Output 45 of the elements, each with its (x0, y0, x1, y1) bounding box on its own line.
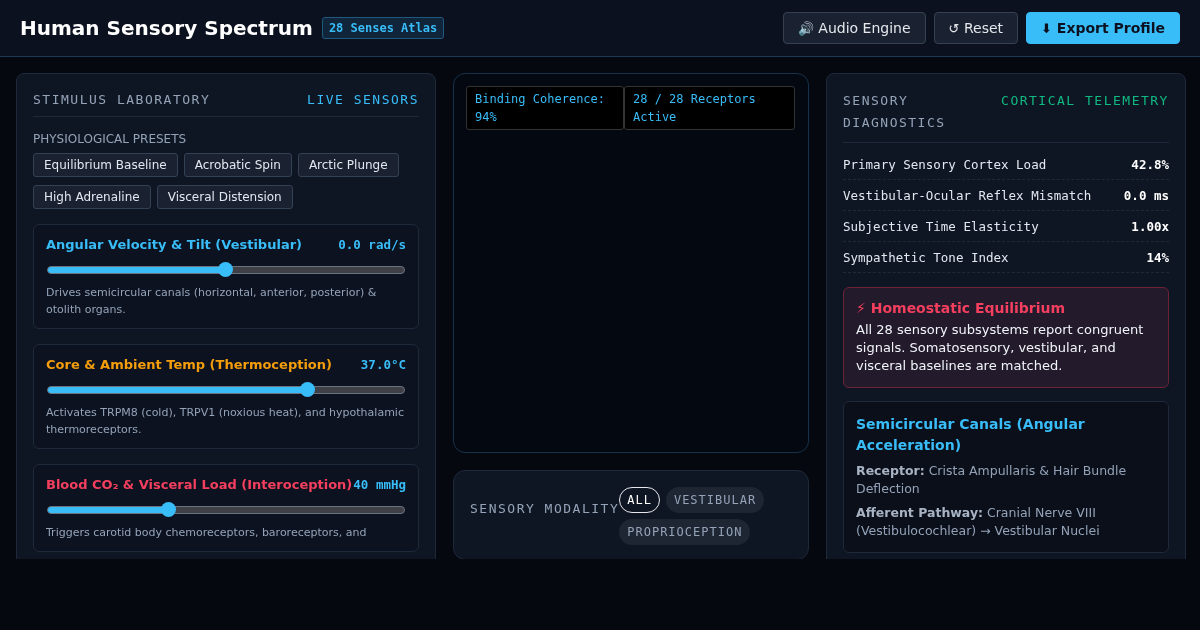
metric-label: Primary Sensory Cortex Load (843, 157, 1047, 172)
metric-label: Sympathetic Tone Index (843, 250, 1009, 265)
preset-button[interactable]: Equilibrium Baseline (33, 153, 178, 177)
panel-tag: LIVE SENSORS (307, 92, 419, 107)
stimulus-reading: 40 mmHg (353, 477, 406, 492)
app-title: Human Sensory Spectrum (20, 16, 313, 40)
slider-thumb[interactable] (218, 262, 233, 277)
presets-label: PHYSIOLOGICAL PRESETS (33, 132, 188, 146)
stimulus-reading: 37.0°C (360, 357, 406, 372)
stimulus-name: Angular Velocity & Tilt (Vestibular) (46, 237, 302, 252)
stimulus-name: Blood CO₂ & Visceral Load (Interoception) (46, 477, 353, 492)
preset-button[interactable]: Arctic Plunge (297, 153, 399, 177)
detail-title: Semicircular Canals (Angular Acceleration) (856, 415, 1086, 455)
slider-thumb[interactable] (161, 502, 177, 517)
stimulus-description: Activates TRPM8 (cold), TRPV1 (noxious heat), and hypothalamic thermoreceptors. (46, 405, 405, 438)
stimulus-name: Core & Ambient Temp (Thermoception) (46, 357, 332, 372)
detail-text: Receptor: Crista Ampullaris & Hair Bundle Deflection (856, 462, 1128, 498)
header-button[interactable]: ⬇ Export Profile (1026, 12, 1180, 44)
preset-button[interactable]: Acrobatic Spin (183, 153, 292, 177)
panel-title: SENSORY DIAGNOSTICS (843, 92, 947, 132)
alert-text: All 28 sensory subsystems report congruent signals. Somatosensory, vestibular, and visceral baselines are matched. (856, 321, 1145, 375)
slider-thumb[interactable] (299, 382, 315, 397)
alert-title: ⚡ Homeostatic Equilibrium (856, 300, 1067, 316)
panel-tag: CORTICAL TELEMETRY (1001, 90, 1169, 134)
stimulus-reading: 0.0 rad/s (338, 237, 406, 252)
stat-chip: Binding Coherence: 94% (466, 86, 624, 130)
metric-label: Vestibular-Ocular Reflex Mismatch (843, 188, 1092, 203)
preset-button[interactable]: High Adrenaline (33, 185, 151, 209)
stimulus-description: Drives semicircular canals (horizontal, anterior, posterior) & otolith organs. (46, 285, 378, 318)
detail-text: Afferent Pathway: Cranial Nerve VIII (Vestibulocochlear) → Vestibular Nuclei (856, 504, 1101, 540)
preset-button[interactable]: Visceral Distension (156, 185, 293, 209)
stimulus-description: Triggers carotid body chemoreceptors, baroreceptors, and (46, 525, 368, 541)
panel-title: SENSORY MODALITY (470, 501, 620, 516)
filter-pill[interactable]: VESTIBULAR (665, 487, 765, 513)
panel-title: STIMULUS LABORATORY (33, 92, 211, 107)
metric-value: 14% (1146, 250, 1169, 265)
metric-value: 0.0 ms (1123, 188, 1169, 203)
header-button[interactable]: 🔊 Audio Engine (782, 12, 926, 44)
atlas-badge: 28 Senses Atlas (321, 17, 445, 39)
stat-chip: 28 / 28 Receptors Active (624, 86, 795, 130)
metric-value: 42.8% (1131, 157, 1169, 172)
header-button[interactable]: ↺ Reset (933, 12, 1019, 44)
metric-value: 1.00x (1131, 219, 1169, 234)
metric-label: Subjective Time Elasticity (843, 219, 1039, 234)
filter-pill[interactable]: PROPRIOCEPTION (619, 519, 751, 545)
